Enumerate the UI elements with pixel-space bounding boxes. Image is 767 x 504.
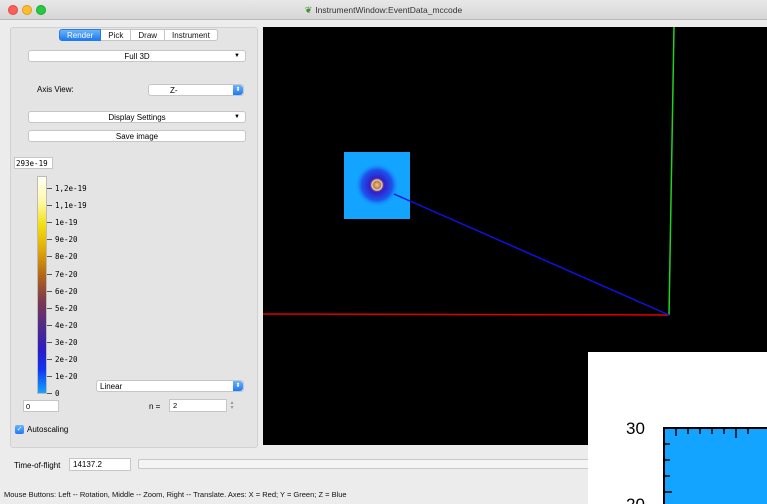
colorbar-tick-mark: [47, 359, 52, 360]
colorbar-tick-mark: [47, 341, 52, 343]
display-settings-menu[interactable]: Display Settings ▼: [28, 111, 246, 123]
overlay-tick-label-20: 20: [626, 495, 645, 504]
colorbar-tick-label: 1e-20: [55, 372, 78, 382]
overlay-tick-label-30: 30: [626, 419, 645, 438]
colorbar-tick-mark: [47, 307, 52, 309]
n-value: 2: [173, 401, 178, 410]
colorbar-tick-mark: [47, 256, 52, 258]
overlapping-plot-window[interactable]: 30 20: [588, 352, 767, 504]
colorbar-tick-label: 2e-20: [55, 355, 78, 364]
scale-type-select[interactable]: Linear ⬍: [96, 380, 244, 392]
updown-chevron-icon: ⬍: [233, 85, 243, 95]
colorbar-tick-label: 0: [55, 389, 60, 399]
time-of-flight-input[interactable]: 14137.2: [69, 458, 131, 471]
display-settings-label: Display Settings: [108, 113, 166, 122]
colorbar-tick-label: 1e-19: [55, 218, 78, 228]
colorbar-tick-label: 6e-20: [55, 286, 78, 296]
mantid-icon: ❦: [304, 5, 313, 15]
render-mode-value: Full 3D: [124, 52, 150, 61]
title-bar: ❦ InstrumentWindow:EventData_mccode: [0, 0, 767, 20]
n-spinbox[interactable]: 2 ▴ ▾: [169, 399, 234, 412]
y-axis-line: [668, 27, 675, 316]
colorbar-tick-mark: [47, 393, 52, 395]
colorbar-tick-label: 3e-20: [55, 337, 78, 347]
chevron-down-icon: ▼: [234, 53, 240, 59]
tab-draw[interactable]: Draw: [131, 29, 166, 41]
autoscaling-checkbox[interactable]: ✓: [15, 425, 24, 434]
x-axis-line: [263, 313, 670, 316]
tab-instrument[interactable]: Instrument: [165, 29, 218, 41]
tab-pick[interactable]: Pick: [101, 29, 132, 41]
colorbar-tick-label: 1,1e-19: [55, 201, 87, 211]
colorbar-tick-mark: [47, 273, 52, 275]
autoscaling-label: Autoscaling: [27, 425, 69, 434]
colorbar-tick-mark: [47, 205, 52, 207]
colorbar-min-input[interactable]: 0: [23, 400, 59, 412]
overlay-plot-area: [663, 427, 767, 504]
colorbar-max-input[interactable]: 293e-19: [14, 157, 53, 169]
stepper-icon[interactable]: ▴ ▾: [228, 400, 236, 411]
tab-render[interactable]: Render: [59, 29, 102, 41]
scale-type-value: Linear: [100, 382, 123, 391]
axis-view-label: Axis View:: [37, 85, 74, 94]
axis-view-select[interactable]: Z- ⬍: [148, 84, 244, 96]
detector-hotspot: [355, 163, 399, 207]
tab-bar: Render Pick Draw Instrument: [59, 29, 218, 41]
colorbar-tick-label: 4e-20: [55, 320, 78, 330]
chevron-down-icon: ▼: [234, 114, 240, 120]
save-image-button[interactable]: Save image: [28, 130, 246, 142]
control-panel: Render Pick Draw Instrument Full 3D ▼ Ax…: [10, 27, 258, 448]
axis-view-value: Z-: [170, 86, 178, 95]
colorbar-tick-label: 9e-20: [55, 235, 78, 245]
colorbar-tick-mark: [47, 290, 52, 292]
colorbar-gradient: [37, 176, 47, 394]
colorbar-tick-label: 5e-20: [55, 303, 78, 313]
colorbar-tick-mark: [47, 376, 52, 378]
colorbar-tick-label: 7e-20: [55, 269, 78, 279]
colorbar-tick-mark: [47, 239, 52, 241]
colorbar-tick-label: 8e-20: [55, 252, 78, 262]
render-mode-select[interactable]: Full 3D ▼: [28, 50, 246, 62]
time-of-flight-slider[interactable]: [138, 459, 598, 469]
z-axis-line: [393, 193, 670, 316]
status-bar-text: Mouse Buttons: Left -- Rotation, Middle …: [4, 490, 347, 499]
window-title: ❦ InstrumentWindow:EventData_mccode: [0, 5, 767, 16]
colorbar-tick-mark: [47, 188, 52, 189]
colorbar-tick-mark: [47, 324, 52, 326]
overlay-plot-svg: 30 20: [626, 419, 767, 504]
updown-chevron-icon: ⬍: [233, 381, 243, 391]
time-of-flight-label: Time-of-flight: [14, 461, 61, 470]
colorbar-tick-label: 1,2e-19: [55, 184, 87, 193]
colorbar-tick-mark: [47, 222, 52, 224]
window-title-text: InstrumentWindow:EventData_mccode: [315, 5, 463, 15]
n-label: n =: [149, 402, 161, 411]
